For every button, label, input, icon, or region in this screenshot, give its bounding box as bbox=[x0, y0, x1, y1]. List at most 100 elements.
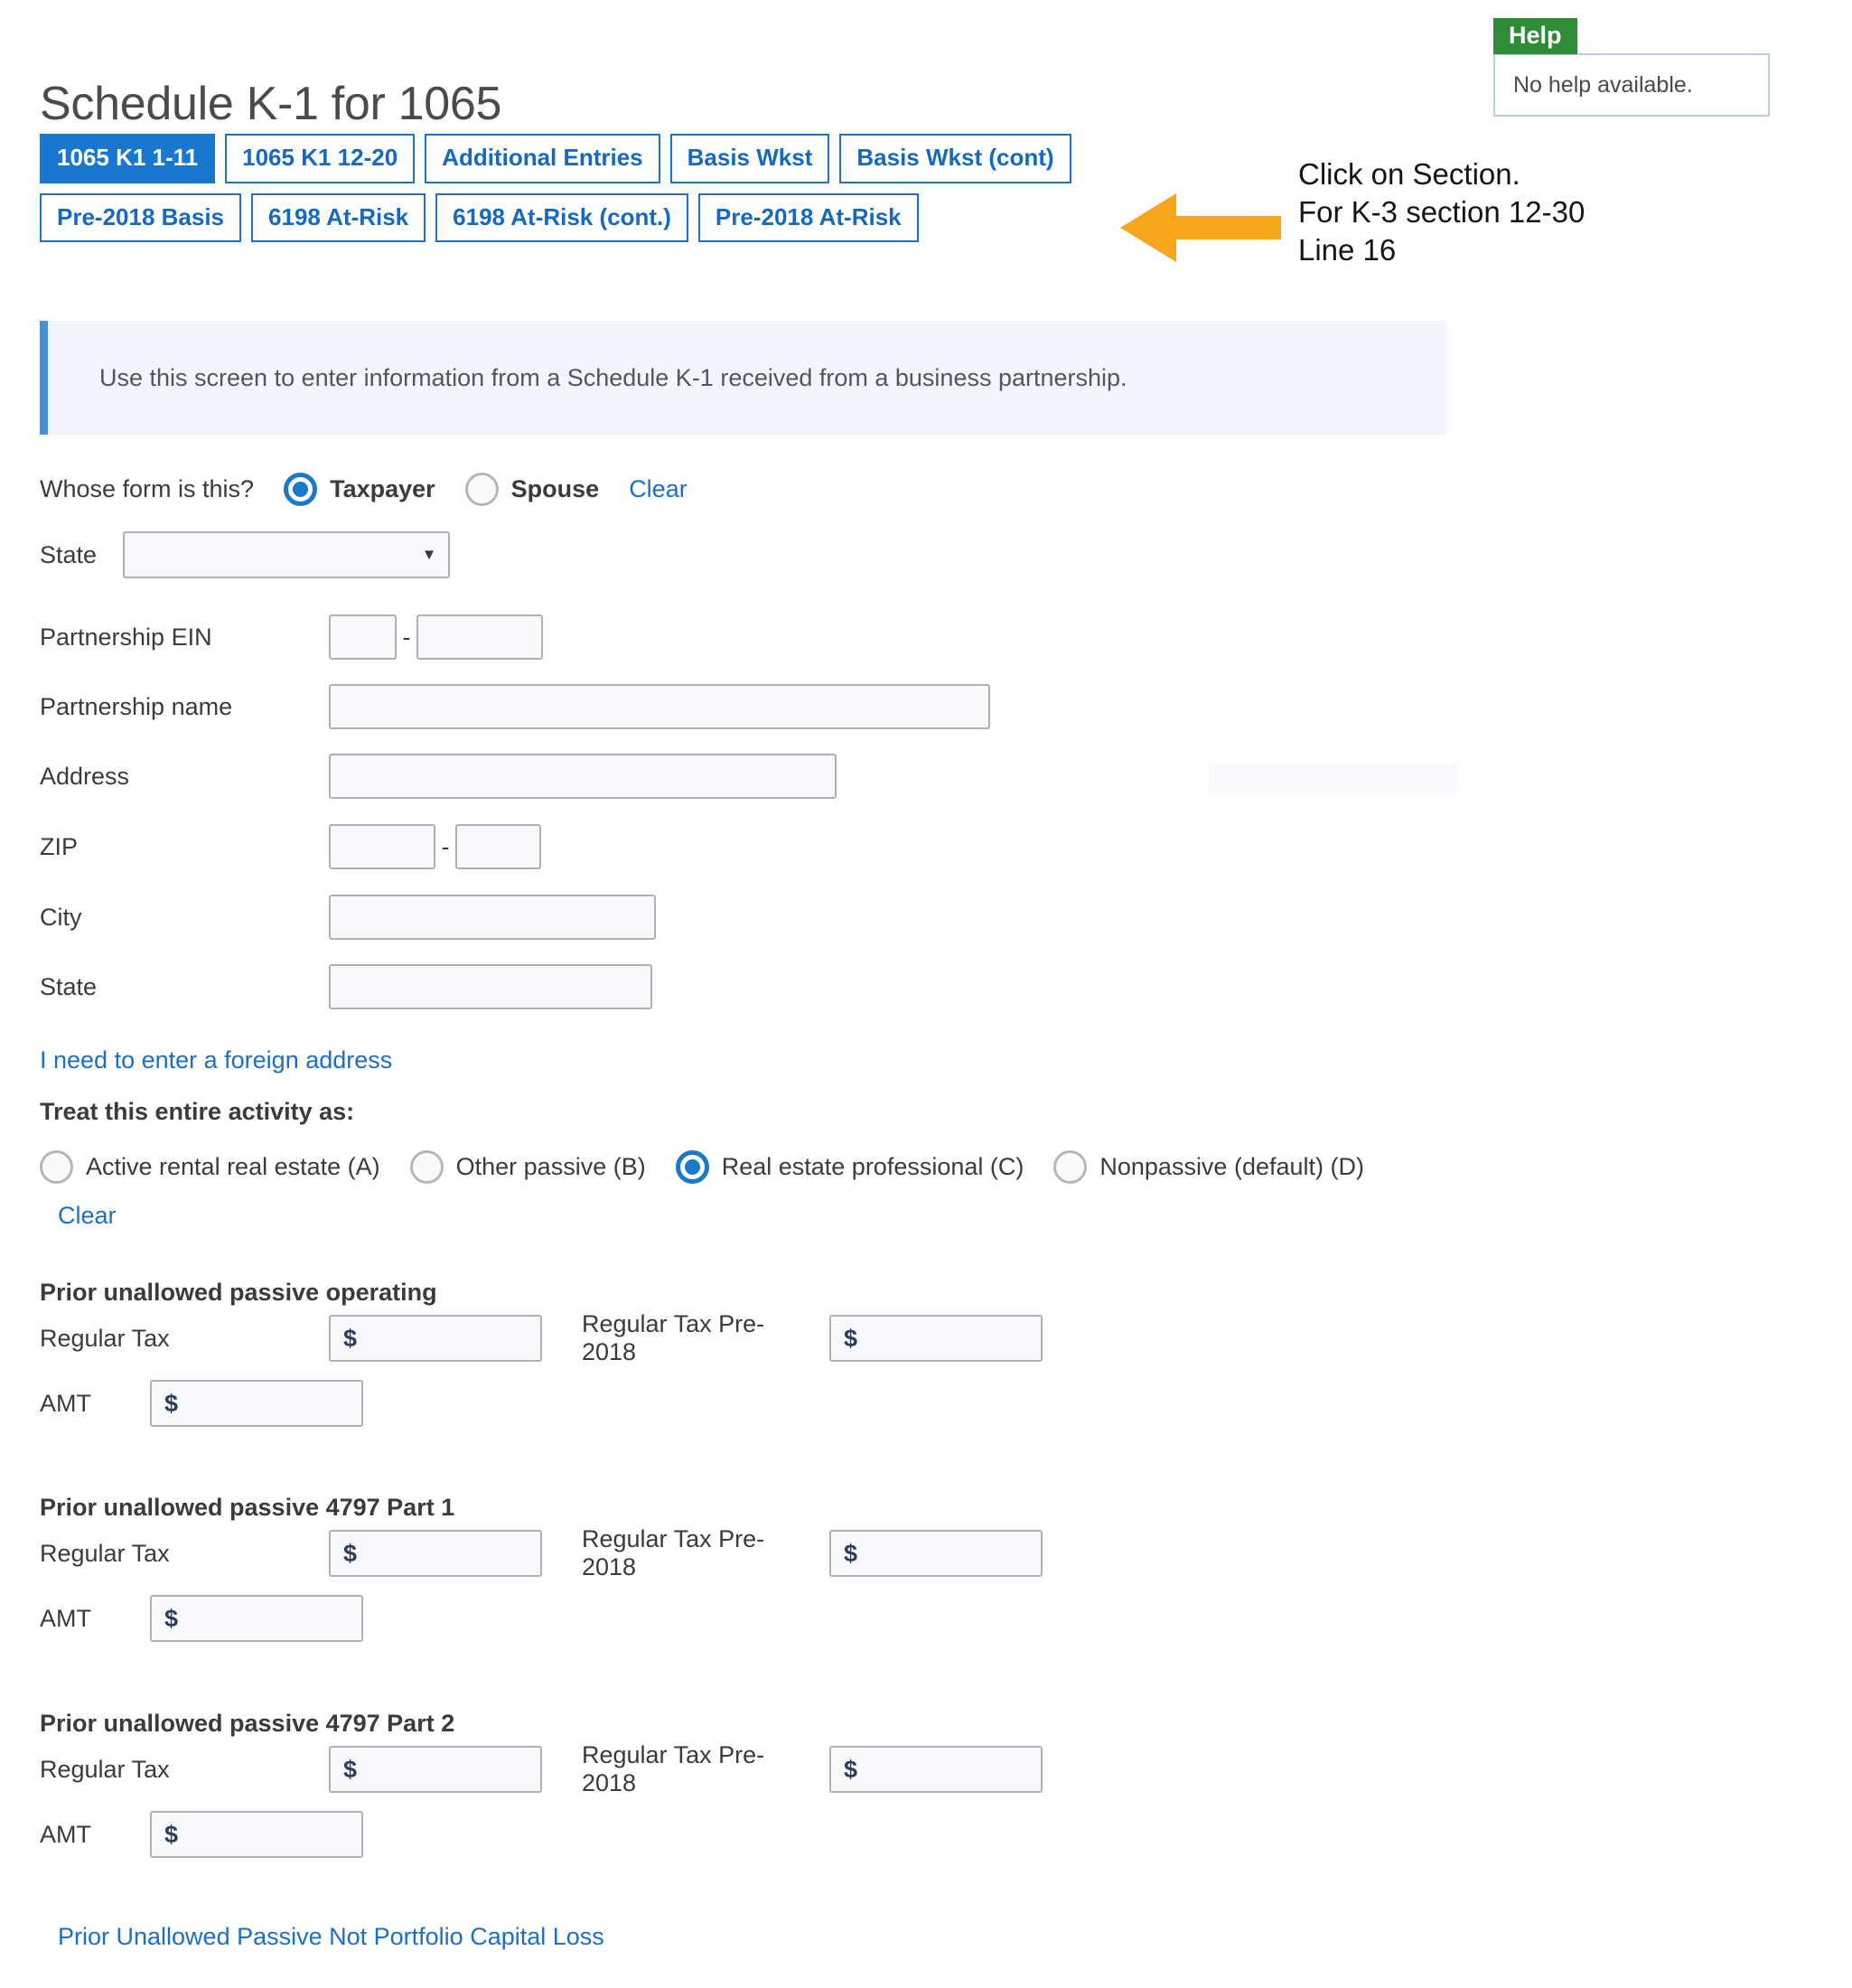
prior-section-0-heading: Prior unallowed passive operating bbox=[40, 1279, 437, 1306]
prior-section-0-regular-tax-pre2018-input[interactable]: $ bbox=[829, 1315, 1043, 1362]
prior-section-0-amt-label: AMT bbox=[40, 1389, 91, 1417]
section-tabs: 1065 K1 1-11 1065 K1 12-20 Additional En… bbox=[40, 134, 1214, 252]
prior-section-1-regular-tax-pre2018-label: Regular Tax Pre-2018 bbox=[582, 1525, 765, 1580]
annotation-note: Click on Section. For K-3 section 12-30 … bbox=[1298, 157, 1585, 267]
state-select-row: State ▾ bbox=[40, 531, 450, 578]
partnership-ein-label: Partnership EIN bbox=[40, 623, 212, 651]
partnership-name-input[interactable] bbox=[329, 684, 990, 729]
prior-section-0-amt-row: AMT $ bbox=[40, 1380, 363, 1427]
prior-section-0-regular-tax-pre2018-label: Regular Tax Pre-2018 bbox=[582, 1310, 765, 1365]
partnership-name-row: Partnership name bbox=[40, 684, 990, 729]
prior-section-2-regular-tax-label: Regular Tax bbox=[40, 1755, 170, 1783]
radio-taxpayer-label[interactable]: Taxpayer bbox=[330, 475, 435, 503]
currency-symbol: $ bbox=[164, 1604, 179, 1632]
currency-symbol: $ bbox=[844, 1539, 858, 1567]
tab-6198-at-risk-cont[interactable]: 6198 At-Risk (cont.) bbox=[435, 192, 688, 243]
address-input[interactable] bbox=[329, 754, 837, 799]
info-banner: Use this screen to enter information fro… bbox=[40, 321, 1446, 435]
radio-real-estate-professional-label[interactable]: Real estate professional (C) bbox=[722, 1153, 1024, 1181]
prior-section-2-regular-tax-pre2018-label: Regular Tax Pre-2018 bbox=[582, 1741, 765, 1796]
prior-section-1-amt-row: AMT $ bbox=[40, 1595, 363, 1642]
partnership-ein-prefix-input[interactable] bbox=[329, 614, 397, 660]
tab-row-1: 1065 K1 1-11 1065 K1 12-20 Additional En… bbox=[40, 134, 1214, 183]
zip-label: ZIP bbox=[40, 832, 79, 860]
annotation-arrow-icon bbox=[1120, 193, 1281, 262]
help-body-text: No help available. bbox=[1513, 71, 1693, 98]
radio-spouse-label[interactable]: Spouse bbox=[511, 475, 600, 503]
radio-nonpassive-default[interactable] bbox=[1053, 1150, 1088, 1184]
currency-symbol: $ bbox=[164, 1820, 179, 1848]
city-row: City bbox=[40, 895, 656, 940]
tab-6198-at-risk[interactable]: 6198 At-Risk bbox=[251, 192, 426, 243]
tab-basis-wkst-cont[interactable]: Basis Wkst (cont) bbox=[839, 134, 1071, 183]
treat-activity-heading: Treat this entire activity as: bbox=[40, 1098, 355, 1125]
radio-active-rental-real-estate-label[interactable]: Active rental real estate (A) bbox=[86, 1153, 380, 1181]
prior-section-1-amt-label: AMT bbox=[40, 1604, 91, 1632]
tab-pre-2018-at-risk[interactable]: Pre-2018 At-Risk bbox=[697, 192, 919, 243]
prior-section-1-regular-tax-pre2018-input[interactable]: $ bbox=[829, 1530, 1043, 1577]
radio-spouse[interactable] bbox=[464, 473, 499, 506]
prior-section-1-regular-tax-label: Regular Tax bbox=[40, 1539, 170, 1567]
city-input[interactable] bbox=[329, 895, 656, 940]
page-title: Schedule K-1 for 1065 bbox=[40, 77, 502, 130]
prior-unallowed-passive-capital-loss-link[interactable]: Prior Unallowed Passive Not Portfolio Ca… bbox=[58, 1923, 604, 1951]
radio-other-passive[interactable] bbox=[409, 1150, 444, 1184]
state-text-input[interactable] bbox=[329, 964, 652, 1009]
address-row: Address bbox=[40, 754, 837, 799]
currency-symbol: $ bbox=[164, 1389, 179, 1417]
whose-form-row: Whose form is this? Taxpayer Spouse Clea… bbox=[40, 473, 687, 506]
radio-real-estate-professional[interactable] bbox=[675, 1150, 709, 1184]
tab-pre-2018-basis[interactable]: Pre-2018 Basis bbox=[40, 192, 242, 243]
form-page: Help No help available. Schedule K-1 for… bbox=[0, 0, 1852, 1988]
tab-basis-wkst[interactable]: Basis Wkst bbox=[669, 134, 830, 183]
partnership-ein-suffix-input[interactable] bbox=[416, 614, 543, 660]
prior-section-2-amt-input[interactable]: $ bbox=[150, 1811, 363, 1858]
state-select[interactable]: ▾ bbox=[123, 531, 450, 578]
radio-other-passive-label[interactable]: Other passive (B) bbox=[456, 1153, 646, 1181]
prior-section-2-heading: Prior unallowed passive 4797 Part 2 bbox=[40, 1710, 455, 1737]
chevron-down-icon: ▾ bbox=[424, 544, 434, 565]
whose-form-label: Whose form is this? bbox=[40, 475, 255, 502]
ein-separator: - bbox=[402, 623, 411, 651]
clear-whose-form-link[interactable]: Clear bbox=[629, 475, 687, 503]
prior-section-2-regular-tax-row: Regular Tax $ Regular Tax Pre-2018 $ bbox=[40, 1741, 1043, 1797]
tab-1065-k1-12-20[interactable]: 1065 K1 12-20 bbox=[225, 134, 416, 183]
treat-activity-radio-group: Active rental real estate (A) Other pass… bbox=[40, 1150, 1394, 1184]
partnership-ein-row: Partnership EIN - bbox=[40, 614, 543, 660]
radio-active-rental-real-estate[interactable] bbox=[40, 1150, 73, 1184]
prior-section-2-amt-label: AMT bbox=[40, 1820, 91, 1848]
foreign-address-link[interactable]: I need to enter a foreign address bbox=[40, 1046, 392, 1074]
prior-section-1-heading: Prior unallowed passive 4797 Part 1 bbox=[40, 1494, 455, 1521]
state-select-label: State bbox=[40, 540, 98, 568]
prior-section-0-regular-tax-row: Regular Tax $ Regular Tax Pre-2018 $ bbox=[40, 1310, 1043, 1366]
currency-symbol: $ bbox=[343, 1539, 358, 1567]
radio-nonpassive-default-label[interactable]: Nonpassive (default) (D) bbox=[1099, 1153, 1364, 1181]
zip-row: ZIP - bbox=[40, 824, 541, 869]
prior-section-0-amt-input[interactable]: $ bbox=[150, 1380, 363, 1427]
zip-suffix-input[interactable] bbox=[455, 824, 541, 869]
prior-section-1-amt-input[interactable]: $ bbox=[150, 1595, 363, 1642]
prior-section-0-regular-tax-label: Regular Tax bbox=[40, 1324, 170, 1352]
tab-additional-entries[interactable]: Additional Entries bbox=[425, 134, 660, 183]
state-text-label: State bbox=[40, 972, 98, 1000]
prior-section-0-regular-tax-input[interactable]: $ bbox=[329, 1315, 542, 1362]
prior-section-2-regular-tax-input[interactable]: $ bbox=[329, 1746, 542, 1793]
partnership-name-label: Partnership name bbox=[40, 692, 233, 720]
prior-section-1-regular-tax-input[interactable]: $ bbox=[329, 1530, 542, 1577]
state-text-row: State bbox=[40, 964, 652, 1009]
tab-row-2: Pre-2018 Basis 6198 At-Risk 6198 At-Risk… bbox=[40, 192, 1214, 243]
help-tab[interactable]: Help bbox=[1493, 18, 1577, 55]
currency-symbol: $ bbox=[844, 1755, 858, 1783]
info-banner-text: Use this screen to enter information fro… bbox=[99, 363, 1127, 391]
tab-1065-k1-1-11[interactable]: 1065 K1 1-11 bbox=[40, 134, 216, 183]
clear-treat-activity-link[interactable]: Clear bbox=[58, 1202, 117, 1230]
currency-symbol: $ bbox=[844, 1324, 858, 1352]
prior-section-2-regular-tax-pre2018-input[interactable]: $ bbox=[829, 1746, 1043, 1793]
currency-symbol: $ bbox=[343, 1324, 358, 1352]
address-label: Address bbox=[40, 762, 130, 790]
radio-taxpayer[interactable] bbox=[284, 473, 318, 506]
help-body: No help available. bbox=[1493, 53, 1770, 117]
zip-prefix-input[interactable] bbox=[329, 824, 435, 869]
currency-symbol: $ bbox=[343, 1755, 358, 1783]
city-label: City bbox=[40, 903, 82, 931]
